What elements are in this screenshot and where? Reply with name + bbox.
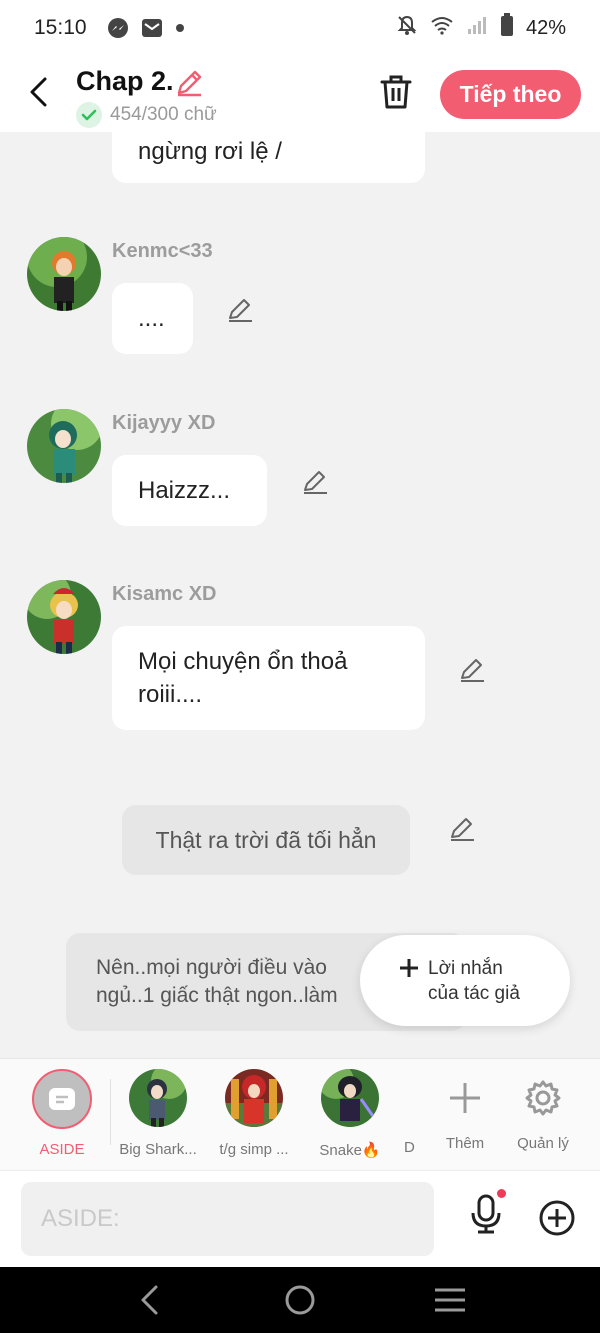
edit-title-icon[interactable] [174, 68, 204, 103]
character-label: t/g simp ... [219, 1141, 289, 1158]
author-note-line2: của tác giả [428, 982, 520, 1004]
add-character-button[interactable]: Thêm [420, 1069, 510, 1152]
message-text-line1: Mọi chuyện ổn thoả [138, 648, 348, 675]
message-text-line2: roiii.... [138, 681, 203, 708]
character-aside[interactable]: ASIDE [17, 1069, 107, 1158]
message-input[interactable] [21, 1182, 434, 1256]
notification-dot [497, 1189, 506, 1198]
character-label: ASIDE [39, 1141, 85, 1158]
edit-message-icon[interactable] [301, 468, 329, 501]
character-label-partial[interactable]: D [404, 1139, 415, 1156]
chevron-left-icon [30, 77, 47, 107]
character-tg-simp[interactable]: t/g simp ... [209, 1069, 299, 1158]
check-icon [76, 102, 102, 128]
edit-message-icon[interactable] [226, 296, 254, 329]
wifi-icon [430, 15, 454, 41]
narration-text-line2: ngủ..1 giấc thật ngon..làm [96, 984, 338, 1007]
next-button[interactable]: Tiếp theo [440, 70, 581, 119]
back-button[interactable] [20, 72, 56, 112]
avatar [225, 1069, 283, 1127]
avatar[interactable] [27, 409, 101, 483]
author-note-button[interactable]: Lời nhắn của tác giả [360, 935, 570, 1026]
character-label: Snake🔥 [319, 1142, 381, 1159]
character-name: Kenmc<33 [112, 240, 213, 262]
divider [110, 1079, 111, 1145]
system-nav-bar [0, 1267, 600, 1333]
input-row [0, 1170, 600, 1267]
word-count: 454/300 chữ [76, 102, 217, 128]
status-bar: 15:10 42% [0, 0, 600, 56]
narration-text: Thật ra trời đã tối hẳn [155, 826, 377, 853]
status-time: 15:10 [34, 16, 87, 39]
nav-back-icon[interactable] [136, 1284, 164, 1321]
message-bubble[interactable]: Mọi chuyện ổn thoả roiii.... [112, 626, 425, 730]
add-circle-icon[interactable] [538, 1199, 576, 1242]
author-note-line1: Lời nhắn [428, 957, 503, 979]
dot-icon [175, 23, 185, 33]
messenger-icon [107, 17, 129, 39]
avatar [129, 1069, 187, 1127]
message-text: .... [138, 305, 165, 332]
edit-message-icon[interactable] [448, 815, 476, 848]
battery-percent: 42% [525, 16, 566, 39]
character-tray: ASIDE Big Shark... t/g simp ... Snake🔥 D… [0, 1058, 600, 1170]
manage-label: Quản lý [517, 1135, 569, 1152]
aside-icon [32, 1069, 92, 1129]
character-big-shark[interactable]: Big Shark... [113, 1069, 203, 1158]
plus-icon [398, 956, 420, 984]
add-label: Thêm [445, 1135, 485, 1152]
character-snake[interactable]: Snake🔥 [305, 1069, 395, 1159]
narration-bubble[interactable]: Thật ra trời đã tối hẳn [122, 805, 410, 875]
signal-icon [466, 15, 488, 41]
plus-icon [436, 1069, 494, 1127]
message-text: Haizzz... [138, 477, 231, 504]
chapter-title: Chap 2. [76, 66, 174, 96]
nav-menu-icon[interactable] [433, 1284, 467, 1321]
mail-icon [141, 17, 163, 39]
message-text: ngừng rơi lệ / [138, 138, 282, 165]
nav-home-icon[interactable] [284, 1284, 316, 1321]
avatar [321, 1069, 379, 1127]
avatar[interactable] [27, 237, 101, 311]
character-name: Kisamc XD [112, 583, 217, 605]
word-count-text: 454/300 chữ [110, 104, 217, 125]
manage-button[interactable]: Quản lý [498, 1069, 588, 1152]
message-bubble[interactable]: .... [112, 283, 193, 354]
edit-message-icon[interactable] [458, 656, 486, 689]
narration-text-line1: Nên..mọi người điều vào [96, 956, 327, 979]
avatar[interactable] [27, 580, 101, 654]
gear-icon [514, 1069, 572, 1127]
chat-area[interactable]: ngừng rơi lệ / Kenmc<33 .... Kijayyy XD … [0, 132, 600, 1058]
microphone-icon[interactable] [468, 1193, 504, 1240]
trash-icon[interactable] [380, 74, 412, 115]
message-bubble[interactable]: ngừng rơi lệ / [112, 132, 425, 183]
battery-icon [500, 13, 514, 43]
character-label: Big Shark... [119, 1141, 197, 1158]
message-bubble[interactable]: Haizzz... [112, 455, 267, 526]
character-name: Kijayyy XD [112, 412, 216, 434]
chapter-header: Chap 2. 454/300 chữ Tiếp theo [0, 56, 600, 132]
mute-icon [396, 14, 418, 42]
